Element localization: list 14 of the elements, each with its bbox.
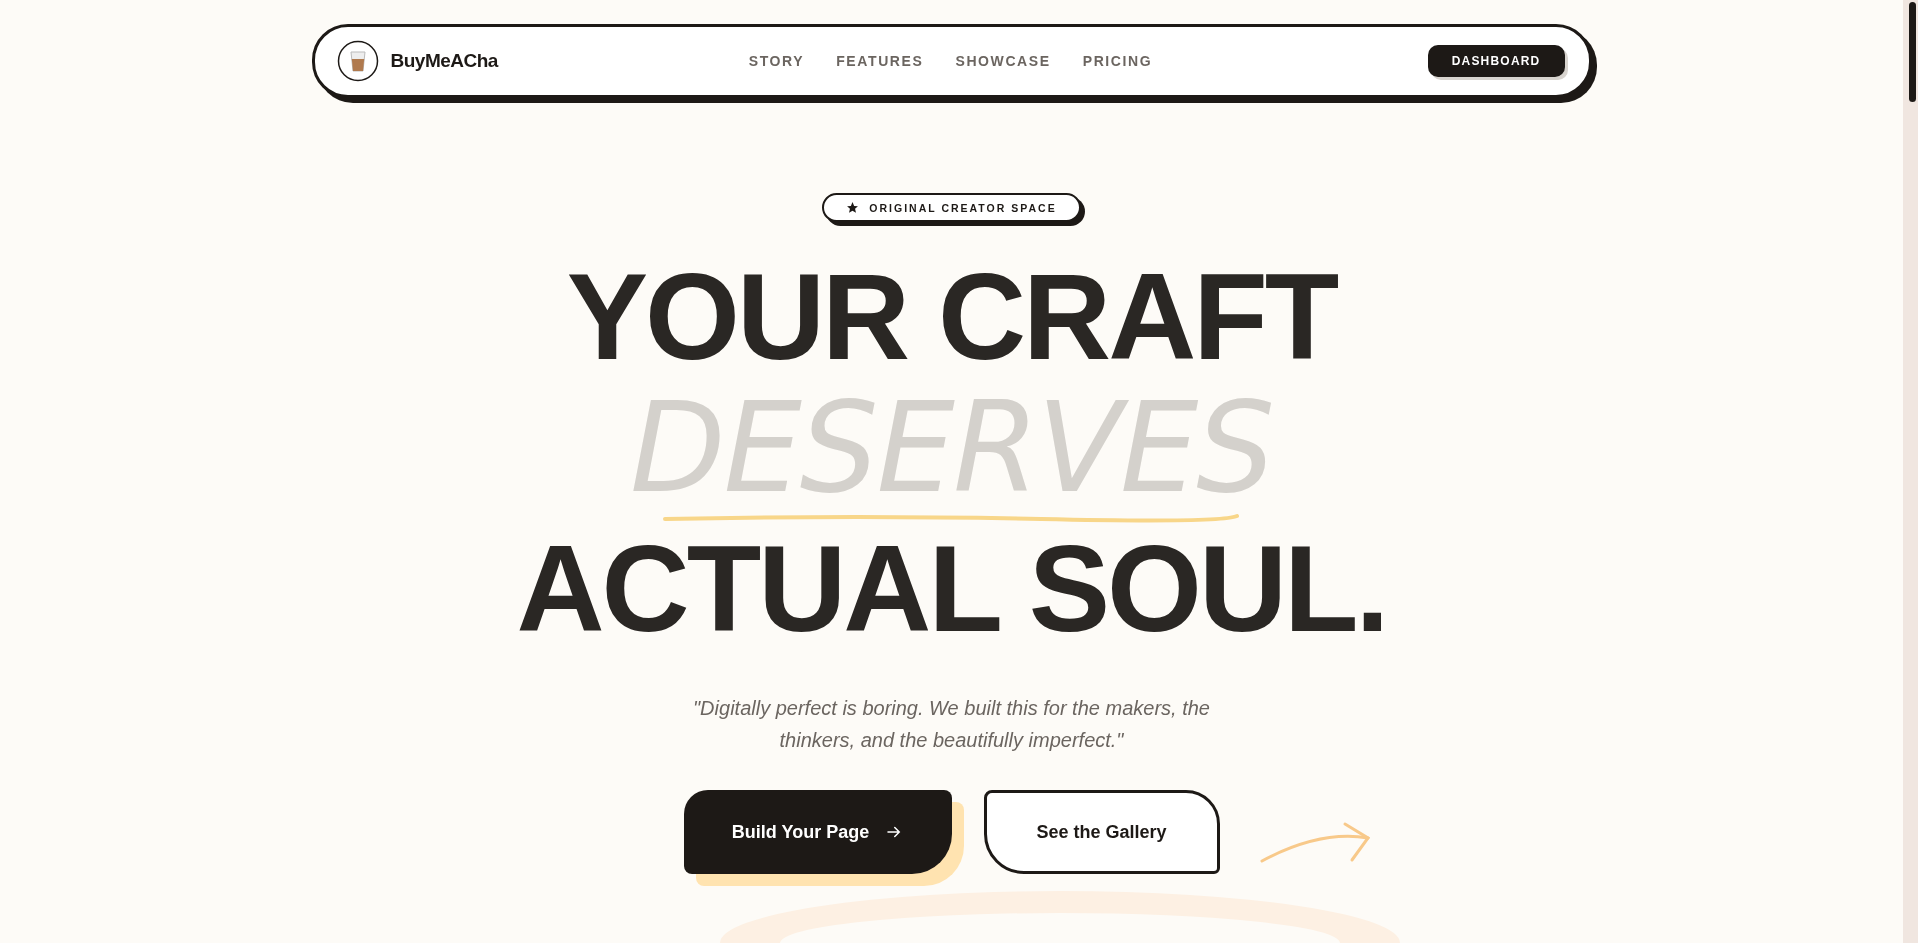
dashboard-button[interactable]: DASHBOARD (1427, 45, 1565, 77)
nav-link[interactable]: STORY (748, 53, 805, 69)
nav-link[interactable]: FEATURES (836, 53, 924, 69)
nav-link[interactable]: SHOWCASE (955, 53, 1051, 69)
brand-name: BuyMeACha (390, 50, 498, 72)
gallery-button[interactable]: See the Gallery (983, 790, 1220, 874)
hero-quote: "Digitally perfect is boring. We built this for the makers, the thinkers, and the beautifully imperfect." (692, 696, 1211, 753)
star-icon (846, 201, 860, 214)
headline-line: YOUR CRAFT (566, 256, 1337, 378)
tea-glass-icon (336, 40, 379, 82)
scrollbar-thumb[interactable] (1909, 2, 1916, 102)
headline-line: ACTUAL SOUL. (516, 528, 1387, 650)
nav-link[interactable]: PRICING (1082, 53, 1153, 69)
badge-text: ORIGINAL CREATOR SPACE (869, 201, 1057, 214)
